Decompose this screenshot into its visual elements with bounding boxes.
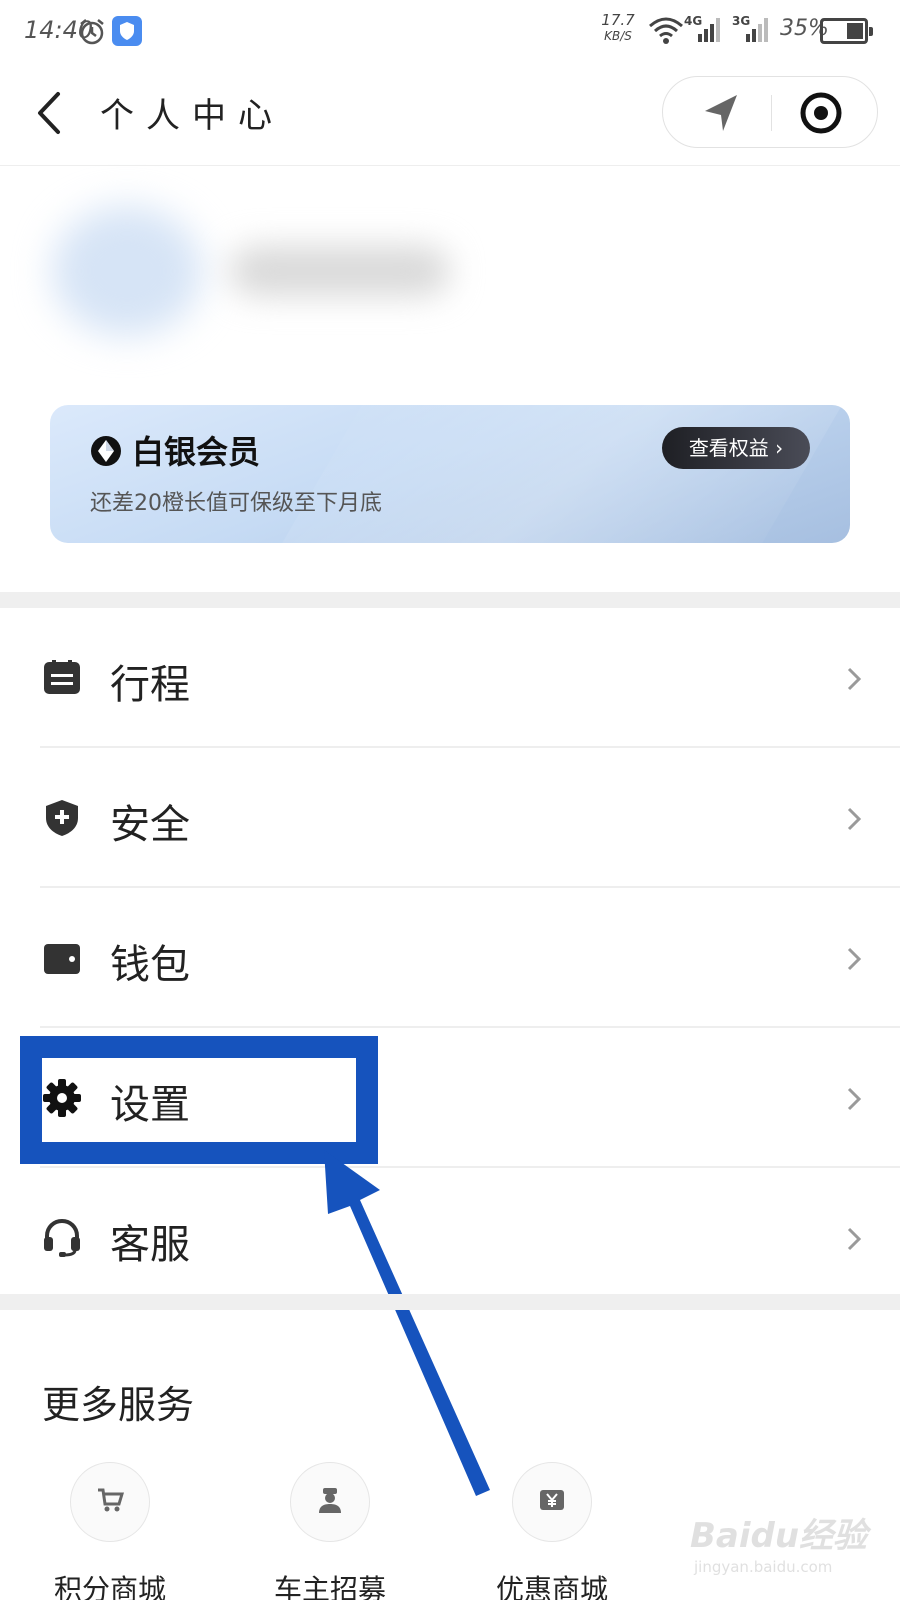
shield-plus-icon: [46, 800, 78, 836]
member-level-subtitle: 还差20橙长值可保级至下月底: [90, 491, 382, 516]
battery-icon: [820, 18, 873, 44]
status-bar: 14:40 17.7 KB/S 4G 3G 35%: [0, 0, 900, 64]
nav-bar: 个人中心: [0, 64, 900, 166]
chevron-left-icon: [38, 92, 60, 134]
itinerary-icon: [44, 660, 80, 694]
menu-item-label: 行程: [110, 662, 190, 708]
view-benefits-button[interactable]: 查看权益 ›: [662, 427, 810, 469]
driver-icon: [319, 1488, 341, 1513]
chevron-right-icon: [847, 1087, 862, 1111]
headset-icon: [44, 1218, 80, 1257]
section-divider: [0, 592, 900, 608]
watermark: Baidu经验 jingyan.baidu.com: [690, 1500, 880, 1590]
more-services-title: 更多服务: [42, 1383, 195, 1427]
service-label: 优惠商城: [495, 1573, 608, 1600]
chevron-right-icon: [847, 807, 862, 831]
yen-coupon-icon: [540, 1490, 564, 1510]
menu-item-label: 设置: [110, 1082, 190, 1128]
silver-badge-icon: [91, 436, 121, 466]
member-level-title: 白银会员: [132, 433, 261, 471]
miniapp-capsule: [662, 76, 878, 148]
back-button[interactable]: [30, 88, 70, 138]
service-points-mall[interactable]: 积分商城: [30, 1462, 190, 1600]
menu-list: 行程 安全 钱包 设置 客服: [0, 608, 900, 1308]
menu-item-settings[interactable]: 设置: [0, 1028, 900, 1168]
security-app-icon: [112, 16, 142, 46]
member-card[interactable]: 白银会员 还差20橙长值可保级至下月底 查看权益 ›: [50, 405, 850, 543]
menu-item-itinerary[interactable]: 行程: [0, 608, 900, 748]
page-title: 个人中心: [100, 96, 284, 136]
chevron-right-icon: [847, 947, 862, 971]
avatar[interactable]: [52, 206, 202, 336]
watermark-brand: Baidu经验: [690, 1516, 868, 1556]
profile-header[interactable]: [0, 166, 900, 386]
cart-icon: [98, 1488, 124, 1512]
record-icon: [800, 92, 842, 134]
wallet-icon: [44, 944, 80, 974]
menu-item-label: 安全: [110, 802, 190, 848]
service-label: 积分商城: [53, 1573, 166, 1600]
menu-item-label: 钱包: [110, 942, 190, 988]
location-arrow-icon: [705, 95, 737, 131]
service-discount-mall[interactable]: 优惠商城: [472, 1462, 632, 1600]
menu-item-customer-service[interactable]: 客服: [0, 1168, 900, 1308]
username-blurred: [230, 246, 450, 296]
network-speed: 17.7 KB/S: [601, 11, 635, 43]
watermark-url: jingyan.baidu.com: [694, 1558, 833, 1576]
location-button[interactable]: [691, 87, 751, 139]
menu-item-wallet[interactable]: 钱包: [0, 888, 900, 1028]
wifi-icon: [649, 17, 683, 44]
menu-item-label: 客服: [110, 1222, 190, 1268]
section-divider: [0, 1294, 900, 1310]
service-label: 车主招募: [273, 1573, 386, 1600]
alarm-icon: [80, 19, 104, 45]
gear-icon: [43, 1079, 81, 1117]
chevron-right-icon: [847, 667, 862, 691]
record-button[interactable]: [791, 87, 851, 139]
menu-item-security[interactable]: 安全: [0, 748, 900, 888]
chevron-right-icon: [847, 1227, 862, 1251]
service-driver-recruit[interactable]: 车主招募: [250, 1462, 410, 1600]
